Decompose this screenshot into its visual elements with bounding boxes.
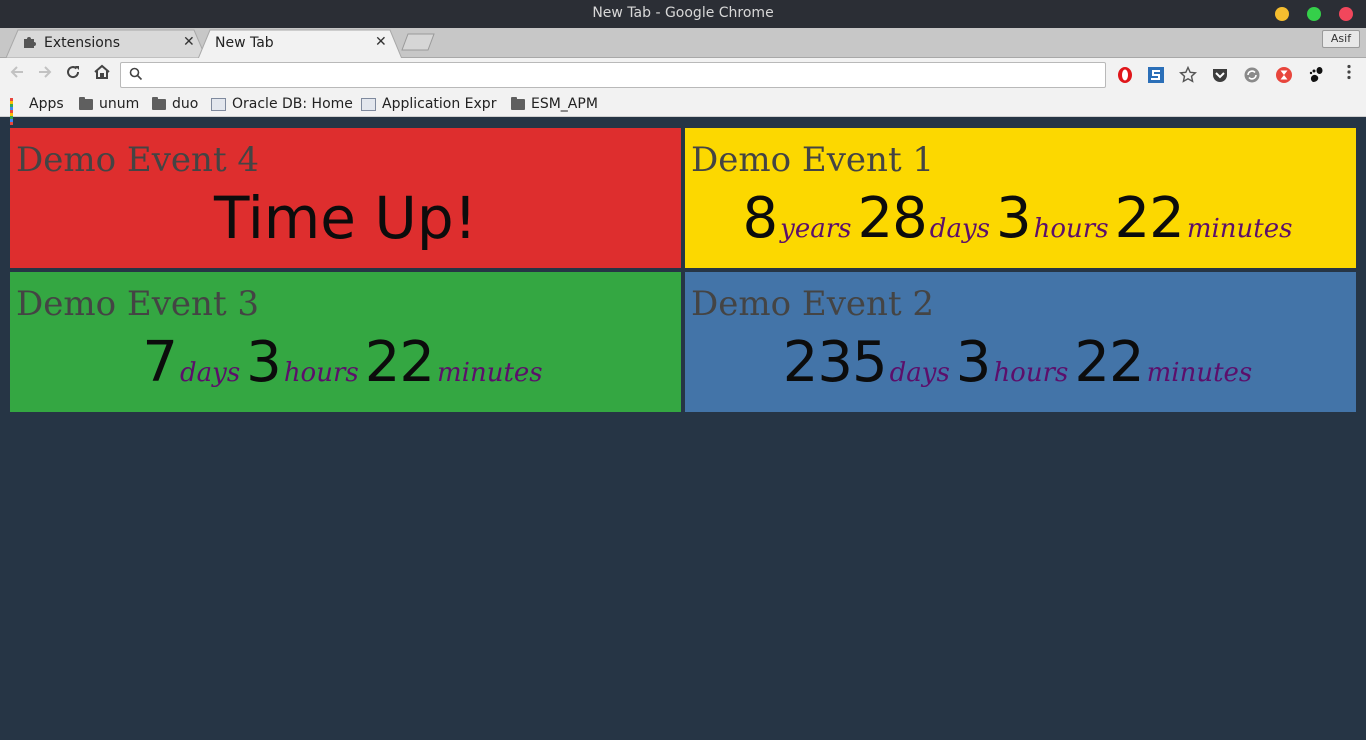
apps-grid-icon [10, 97, 23, 125]
days-unit: days [179, 358, 241, 388]
time-up-text: Time Up! [214, 184, 477, 252]
hours-unit: hours [993, 358, 1069, 388]
reload-icon [67, 66, 80, 79]
event-panel-4: Demo Event 4 Time Up! [10, 128, 681, 268]
maximize-button[interactable] [1307, 7, 1321, 21]
page-icon [361, 97, 376, 111]
bookmark-label: duo [172, 96, 199, 112]
tab-label: New Tab [215, 35, 274, 51]
reload-button[interactable] [62, 64, 84, 86]
window-titlebar: New Tab - Google Chrome [0, 0, 1366, 28]
hours-value: 3 [955, 330, 992, 395]
home-icon [94, 64, 110, 79]
address-input[interactable] [149, 65, 1089, 85]
bookmark-label: Apps [29, 96, 64, 112]
hours-unit: hours [1033, 214, 1109, 244]
close-tab-icon[interactable]: ✕ [183, 34, 195, 50]
forward-arrow-icon [39, 66, 52, 78]
puzzle-icon [22, 35, 36, 53]
tab-extensions[interactable]: Extensions ✕ [6, 29, 206, 58]
back-button[interactable] [6, 64, 28, 86]
close-tab-icon[interactable]: ✕ [375, 34, 387, 50]
years-unit: years [780, 214, 852, 244]
countdown: 7 days 3 hours 22 minutes [10, 330, 681, 395]
gnome-icon[interactable] [1307, 66, 1325, 84]
page-icon [211, 97, 226, 111]
bookmark-application-express[interactable]: Application Expr [361, 95, 497, 113]
search-icon [129, 67, 143, 81]
bookmark-apps[interactable]: Apps [10, 95, 64, 125]
days-value: 7 [142, 330, 178, 395]
sync-icon[interactable] [1243, 66, 1261, 84]
chrome-menu-button[interactable] [1338, 64, 1360, 86]
pocket-icon[interactable] [1211, 66, 1229, 84]
minutes-value: 22 [1114, 186, 1185, 251]
minimize-button[interactable] [1275, 7, 1289, 21]
forward-button[interactable] [34, 64, 56, 86]
event-name: Demo Event 4 [16, 140, 260, 180]
event-name: Demo Event 3 [16, 284, 260, 324]
days-value: 28 [857, 186, 928, 251]
event-name: Demo Event 2 [691, 284, 935, 324]
tab-strip: Extensions ✕ New Tab ✕ Asif [0, 28, 1366, 58]
hours-unit: hours [283, 358, 359, 388]
folder-icon [511, 96, 525, 110]
bookmark-folder-esm-apm[interactable]: ESM_APM [511, 95, 598, 113]
hourglass-icon[interactable] [1275, 66, 1293, 84]
folder-icon [79, 96, 93, 110]
close-window-button[interactable] [1339, 7, 1353, 21]
minutes-unit: minutes [1186, 214, 1293, 244]
event-panel-1: Demo Event 1 8 years 28 days 3 hours 22 minutes [685, 128, 1356, 268]
bookmark-folder-duo[interactable]: duo [152, 95, 198, 113]
bookmark-oracle-db-home[interactable]: Oracle DB: Home [211, 95, 353, 113]
bookmark-label: Application Expr [382, 96, 497, 112]
bookmark-label: Oracle DB: Home [232, 96, 353, 112]
days-unit: days [889, 358, 950, 388]
opera-icon[interactable] [1116, 66, 1134, 84]
bookmark-label: unum [99, 96, 140, 112]
years-value: 8 [742, 186, 779, 251]
hours-value: 3 [246, 330, 282, 395]
tab-new-tab[interactable]: New Tab ✕ [198, 29, 402, 58]
profile-button[interactable]: Asif [1322, 30, 1360, 48]
browser-toolbar [0, 58, 1366, 92]
s-extension-icon[interactable] [1147, 66, 1165, 84]
tab-label: Extensions [44, 35, 121, 51]
days-value: 235 [782, 330, 888, 395]
event-panel-3: Demo Event 3 7 days 3 hours 22 minutes [10, 272, 681, 412]
minutes-value: 22 [1074, 330, 1144, 395]
bookmark-folder-unum[interactable]: unum [79, 95, 139, 113]
folder-icon [152, 96, 166, 110]
kebab-menu-icon [1347, 64, 1351, 80]
countdown: 235 days 3 hours 22 minutes [685, 330, 1356, 395]
minutes-unit: minutes [437, 358, 543, 388]
minutes-value: 22 [364, 330, 435, 395]
bookmark-label: ESM_APM [531, 96, 598, 112]
back-arrow-icon [10, 66, 23, 78]
event-panel-2: Demo Event 2 235 days 3 hours 22 minutes [685, 272, 1356, 412]
bookmarks-bar: Apps unum duo Oracle DB: Home Applicatio… [0, 92, 1366, 125]
new-tab-button[interactable] [400, 33, 436, 51]
star-icon[interactable] [1179, 66, 1197, 84]
days-unit: days [929, 214, 990, 244]
window-title: New Tab - Google Chrome [592, 5, 774, 21]
countdown: Time Up! [10, 184, 681, 252]
hours-value: 3 [995, 186, 1032, 251]
event-name: Demo Event 1 [691, 140, 935, 180]
minutes-unit: minutes [1146, 358, 1253, 388]
countdown: 8 years 28 days 3 hours 22 minutes [685, 186, 1356, 251]
home-button[interactable] [91, 64, 113, 86]
address-bar[interactable] [120, 62, 1106, 88]
